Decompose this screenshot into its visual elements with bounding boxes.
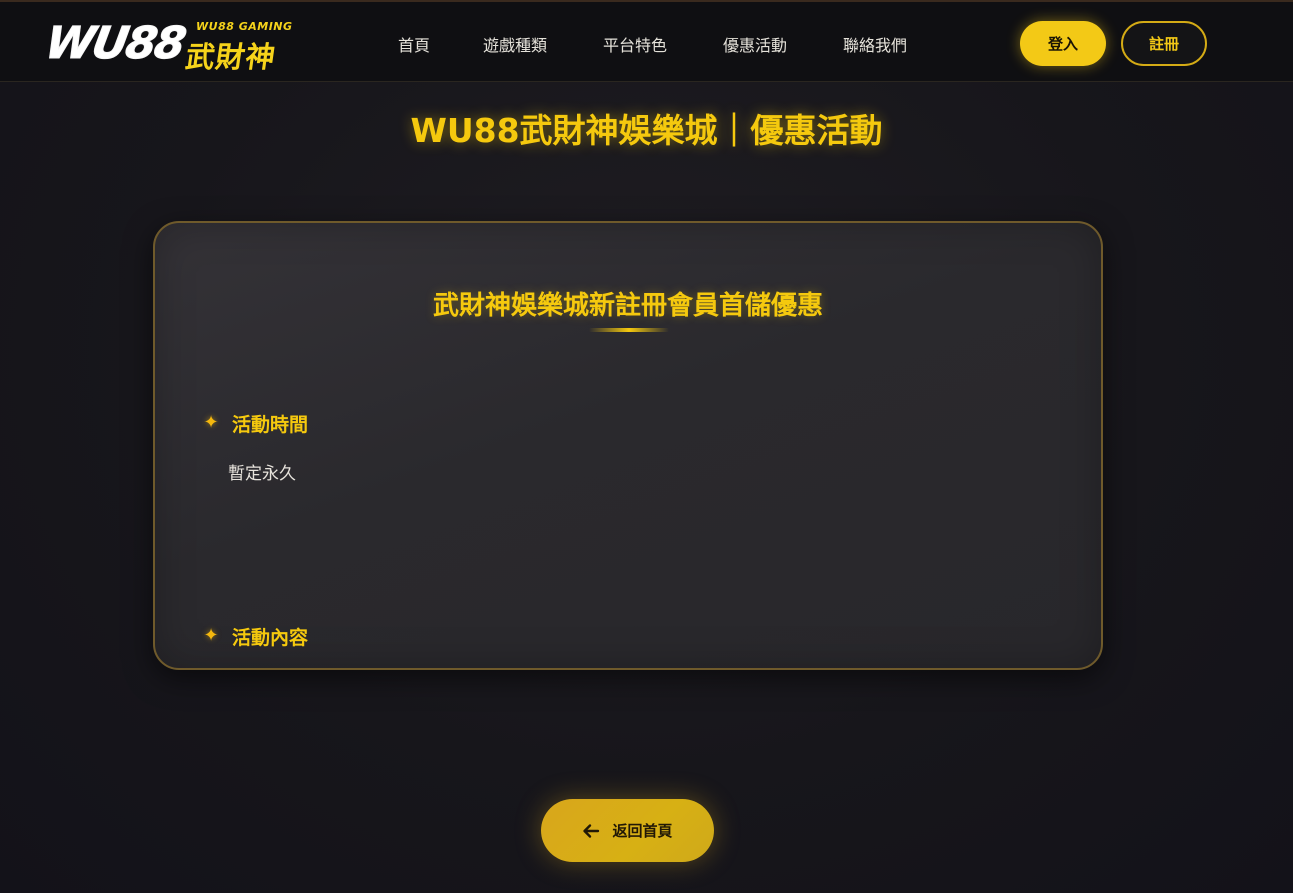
back-to-home-button[interactable]: 返回首頁 — [541, 799, 714, 862]
top-navbar: WU88 WU88 GAMING 武財神 首頁 遊戲種類 平台特色 優惠活動 聯… — [0, 0, 1293, 82]
nav-item-home[interactable]: 首頁 — [398, 32, 430, 56]
title-underline — [589, 328, 669, 332]
sparkle-icon: ✦ — [203, 412, 219, 433]
section-activity-content: ✦ 活動內容 — [202, 623, 308, 649]
promotion-card: 武財神娛樂城新註冊會員首儲優惠 ✦ 活動時間 暫定永久 ✦ 活動內容 — [153, 221, 1103, 670]
promotion-title: 武財神娛樂城新註冊會員首儲優惠 — [432, 291, 823, 321]
sparkle-icon: ✦ — [203, 625, 219, 646]
logo-subtitle: WU88 GAMING — [196, 20, 293, 33]
nav-item-game-types[interactable]: 遊戲種類 — [483, 32, 547, 56]
nav-item-promotions[interactable]: 優惠活動 — [723, 32, 787, 56]
register-button[interactable]: 註冊 — [1121, 21, 1207, 66]
logo-chinese-name: 武財神 — [183, 40, 279, 74]
activity-time-value: 暫定永久 — [228, 464, 296, 484]
arrow-left-icon — [582, 822, 600, 840]
nav-item-platform-features[interactable]: 平台特色 — [603, 32, 667, 56]
page-title: WU88武財神娛樂城｜優惠活動 — [410, 111, 883, 150]
section-activity-time: ✦ 活動時間 — [202, 410, 308, 436]
nav-item-contact[interactable]: 聯絡我們 — [843, 32, 907, 56]
logo-mark: WU88 — [41, 18, 188, 70]
site-logo[interactable]: WU88 WU88 GAMING 武財神 — [41, 16, 294, 75]
back-button-label: 返回首頁 — [612, 822, 673, 840]
section-label: 活動內容 — [232, 626, 309, 649]
login-button[interactable]: 登入 — [1020, 21, 1106, 66]
section-label: 活動時間 — [232, 413, 309, 436]
